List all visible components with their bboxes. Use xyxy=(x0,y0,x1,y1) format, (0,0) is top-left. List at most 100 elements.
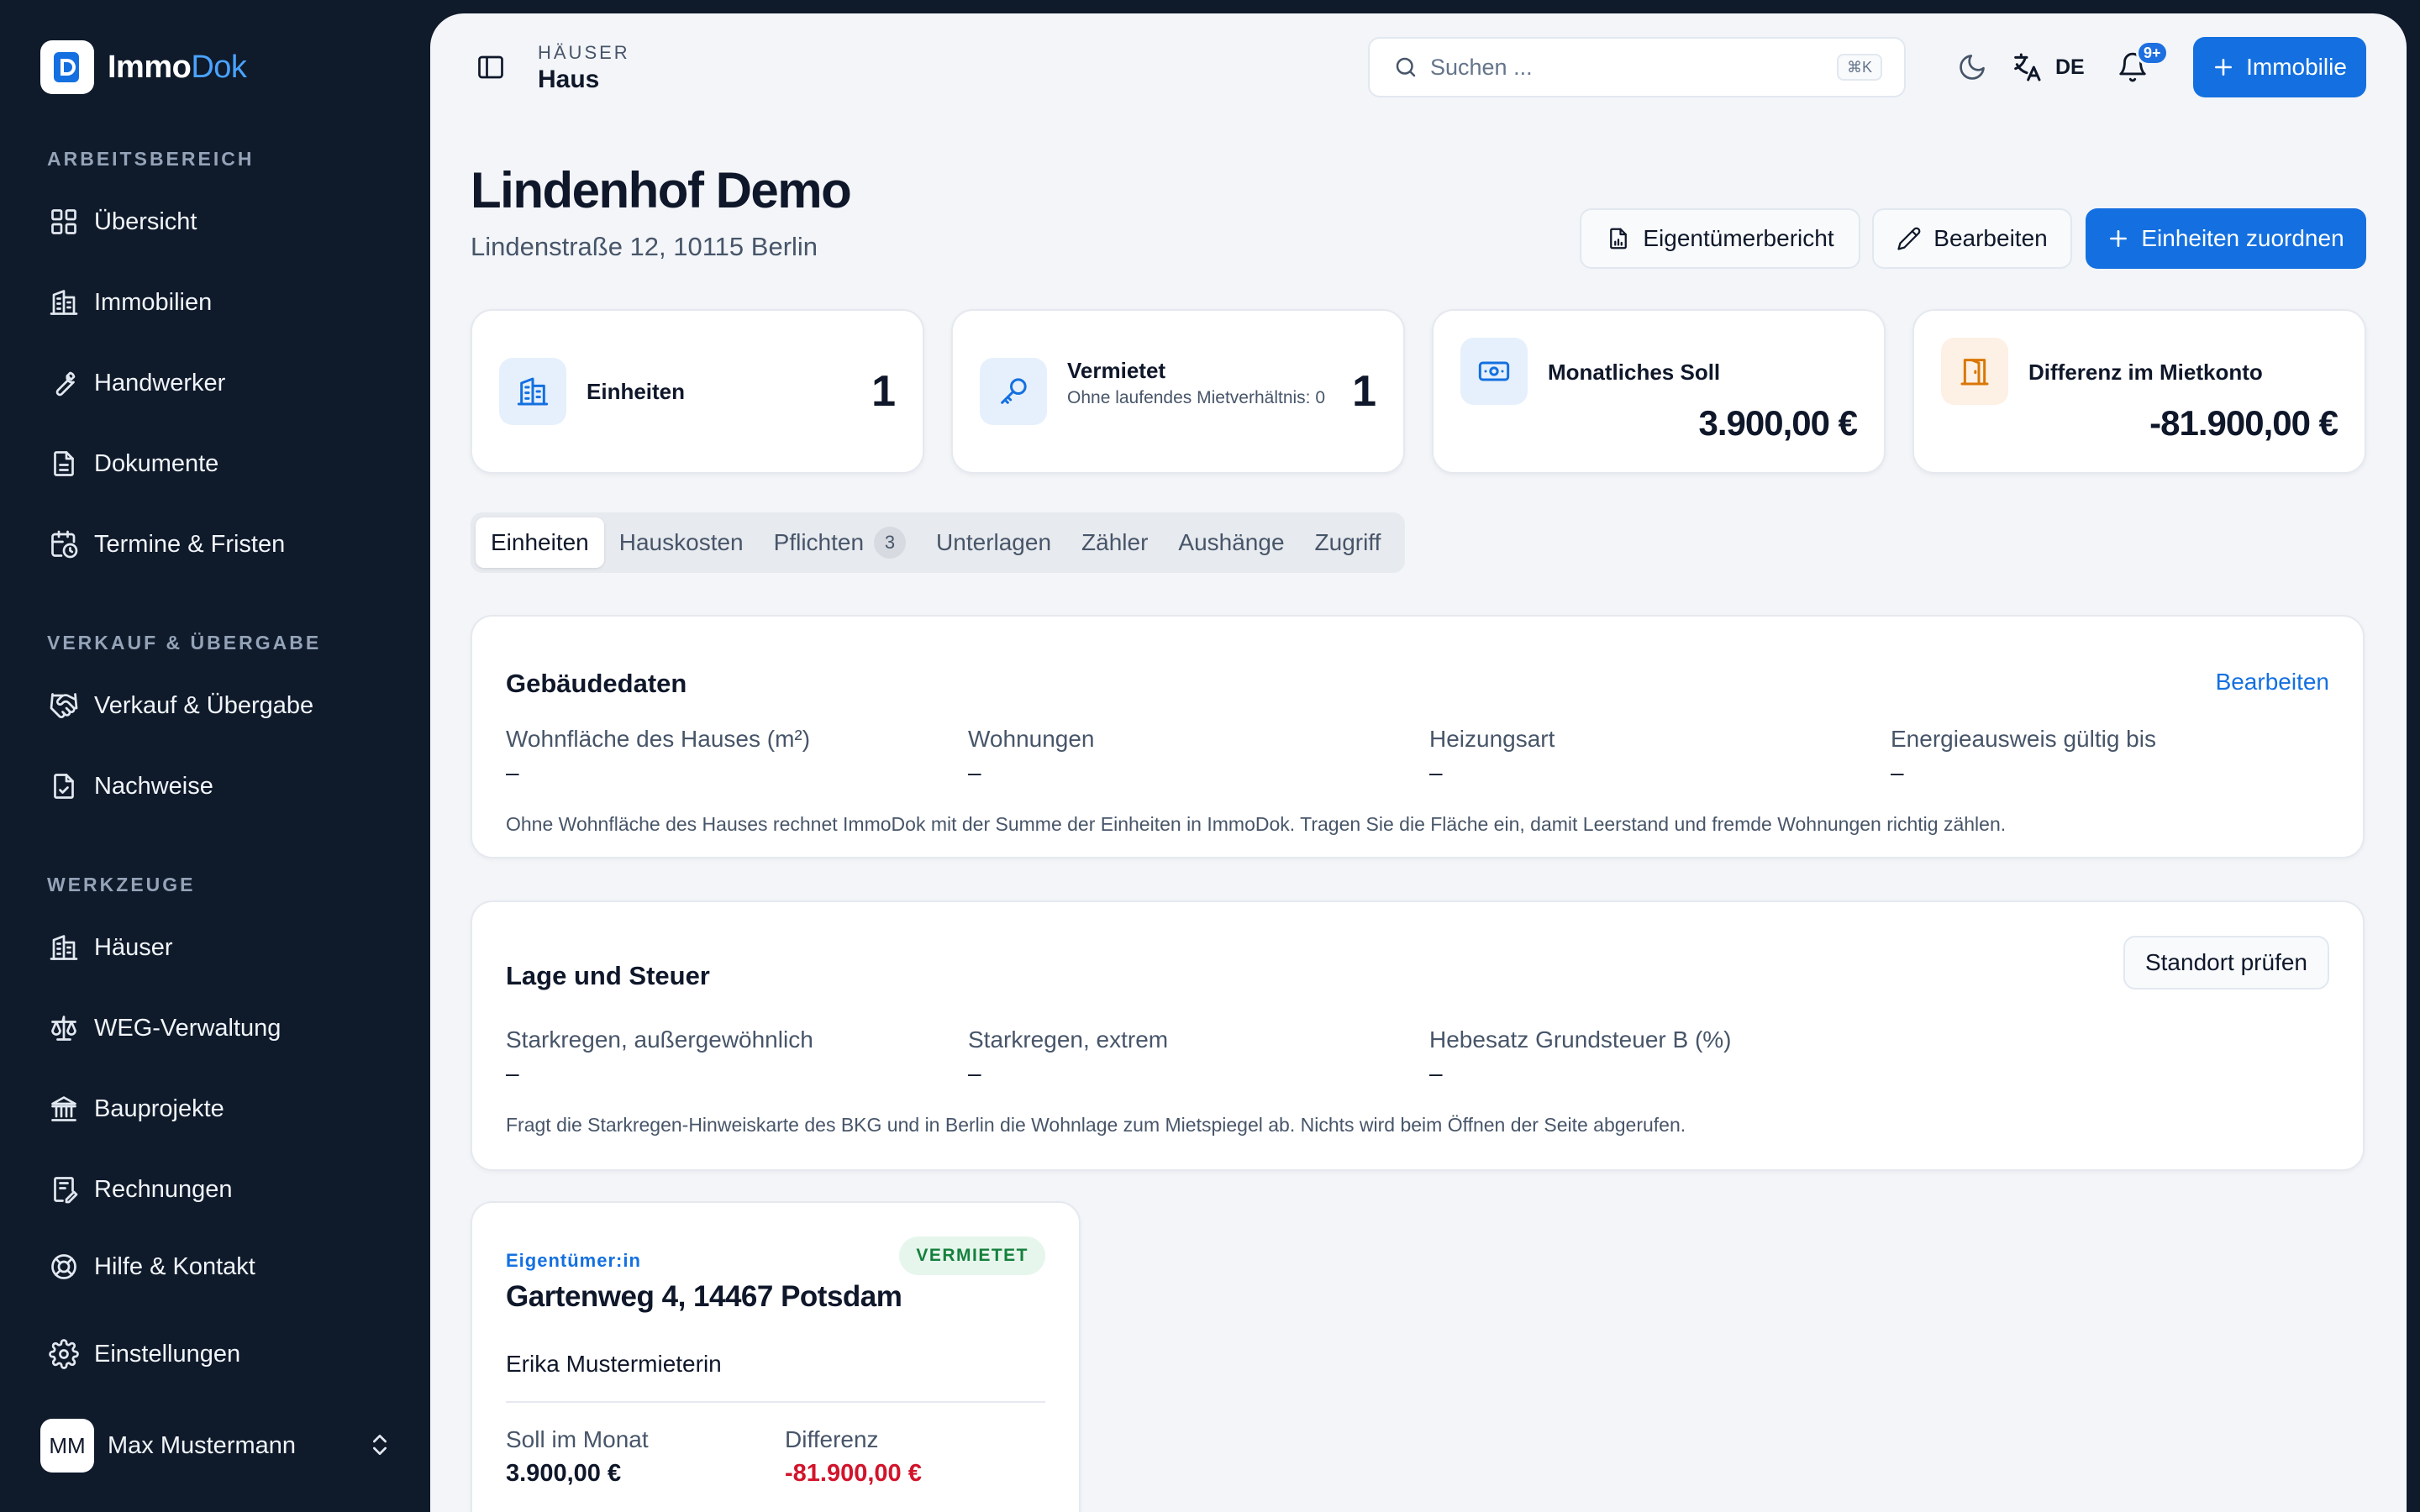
tab-label: Zähler xyxy=(1081,529,1149,555)
document-icon xyxy=(47,447,81,480)
tab-unterlagen[interactable]: Unterlagen xyxy=(921,517,1066,568)
breadcrumb-current: Haus xyxy=(538,66,600,93)
field-value: – xyxy=(968,759,981,785)
tab-label: Hauskosten xyxy=(618,529,744,555)
edit-button[interactable]: Bearbeiten xyxy=(1872,208,2072,269)
field-label: Wohnfläche des Hauses (m²) xyxy=(506,726,811,752)
nav-section-verkauf: VERKAUF & ÜBERGABE xyxy=(47,632,322,654)
stat-card-rented: Vermietet Ohne laufendes Mietverhältnis:… xyxy=(951,309,1405,474)
panel-title: Gebäudedaten xyxy=(506,669,687,698)
building-icon xyxy=(47,286,81,319)
status-badge: VERMIETET xyxy=(899,1236,1045,1275)
check-location-button[interactable]: Standort prüfen xyxy=(2123,936,2329,990)
new-property-button[interactable]: Immobilie xyxy=(2193,37,2366,97)
field-value: – xyxy=(1429,759,1443,785)
topbar: HÄUSER Haus Suchen ... ⌘K DE 9+ Immobili… xyxy=(430,13,2407,123)
tab-hauskosten[interactable]: Hauskosten xyxy=(604,517,759,568)
diff-label: Differenz xyxy=(785,1426,879,1452)
brand-name-part2: Dok xyxy=(191,49,247,85)
field-label: Starkregen, extrem xyxy=(968,1026,1169,1053)
sidebar-item-label: Verkauf & Übergabe xyxy=(94,691,314,719)
sidebar-item-immobilien[interactable]: Immobilien xyxy=(34,273,403,332)
sidebar-item-verkauf[interactable]: Verkauf & Übergabe xyxy=(34,676,403,735)
sidebar-item-termine[interactable]: Termine & Fristen xyxy=(34,515,403,574)
sidebar-item-einstellungen[interactable]: Einstellungen xyxy=(34,1325,403,1383)
field-value: – xyxy=(506,759,519,785)
assign-units-button[interactable]: Einheiten zuordnen xyxy=(2086,208,2366,269)
stat-note: Ohne laufendes Mietverhältnis: 0 xyxy=(1067,388,1326,407)
sidebar-item-label: WEG-Verwaltung xyxy=(94,1014,281,1042)
handshake-icon xyxy=(47,689,81,722)
sidebar-item-weg-verwaltung[interactable]: WEG-Verwaltung xyxy=(34,999,403,1058)
search-input[interactable]: Suchen ... ⌘K xyxy=(1368,37,1906,97)
sidebar-item-bauprojekte[interactable]: Bauprojekte xyxy=(34,1079,403,1138)
sidebar-item-label: Termine & Fristen xyxy=(94,530,286,558)
search-shortcut: ⌘K xyxy=(1836,54,1882,81)
page-address: Lindenstraße 12, 10115 Berlin xyxy=(471,232,818,261)
sidebar-item-haeuser[interactable]: Häuser xyxy=(34,918,403,977)
sidebar-item-hilfe[interactable]: Hilfe & Kontakt xyxy=(34,1237,403,1296)
unit-card[interactable]: Eigentümer:in VERMIETET Gartenweg 4, 144… xyxy=(471,1201,1081,1512)
key-icon xyxy=(980,358,1047,425)
sidebar-item-rechnungen[interactable]: Rechnungen xyxy=(34,1160,403,1219)
file-chart-icon xyxy=(1606,226,1631,251)
stat-label: Differenz im Mietkonto xyxy=(2028,360,2263,385)
brand[interactable]: ImmoDok xyxy=(40,40,247,94)
wrench-icon xyxy=(47,366,81,400)
sidebar-item-label: Dokumente xyxy=(94,449,219,477)
sidebar-item-label: Häuser xyxy=(94,933,173,961)
tab-aushaenge[interactable]: Aushänge xyxy=(1163,517,1299,568)
sidebar-item-nachweise[interactable]: Nachweise xyxy=(34,757,403,816)
landmark-icon xyxy=(47,1092,81,1126)
sidebar-item-label: Bauprojekte xyxy=(94,1095,224,1122)
user-name: Max Mustermann xyxy=(108,1431,297,1459)
sidebar-item-dokumente[interactable]: Dokumente xyxy=(34,434,403,493)
tab-zugriff[interactable]: Zugriff xyxy=(1300,517,1397,568)
language-switcher[interactable]: DE xyxy=(2010,50,2085,84)
new-property-label: Immobilie xyxy=(2246,54,2347,80)
sidebar-item-uebersicht[interactable]: Übersicht xyxy=(34,192,403,251)
stat-label: Monatliches Soll xyxy=(1548,360,1721,385)
tenant-name: Erika Mustermieterin xyxy=(506,1351,722,1377)
field-label: Wohnungen xyxy=(968,726,1095,752)
tab-label: Pflichten xyxy=(773,529,865,555)
sidebar-item-label: Hilfe & Kontakt xyxy=(94,1252,255,1280)
stat-value: 3.900,00 € xyxy=(1698,403,1858,443)
unit-address: Gartenweg 4, 14467 Potsdam xyxy=(506,1280,902,1313)
language-label: DE xyxy=(2055,55,2085,79)
buildings-icon xyxy=(47,931,81,964)
stat-label: Einheiten xyxy=(587,379,686,404)
chevron-up-down-icon xyxy=(366,1431,393,1458)
brand-name-part1: Immo xyxy=(108,49,192,85)
stat-value: 1 xyxy=(871,367,896,416)
nav-section-arbeitsbereich: ARBEITSBEREICH xyxy=(47,148,255,170)
stat-card-monthly-target: Monatliches Soll 3.900,00 € xyxy=(1432,309,1886,474)
user-menu[interactable]: MM Max Mustermann xyxy=(40,1418,393,1473)
breadcrumb-parent[interactable]: HÄUSER xyxy=(538,42,630,64)
tab-label: Zugriff xyxy=(1314,529,1381,555)
tab-label: Aushänge xyxy=(1178,529,1285,555)
sidebar-item-handwerker[interactable]: Handwerker xyxy=(34,354,403,412)
tab-pflichten[interactable]: Pflichten 3 xyxy=(759,517,921,568)
building-data-edit-link[interactable]: Bearbeiten xyxy=(2216,669,2329,696)
sidebar-item-label: Handwerker xyxy=(94,369,226,396)
dark-mode-toggle[interactable] xyxy=(1949,44,1996,91)
owner-report-button[interactable]: Eigentümerbericht xyxy=(1580,208,1860,269)
tab-zaehler[interactable]: Zähler xyxy=(1066,517,1163,568)
panel-note: Fragt die Starkregen-Hinweiskarte des BK… xyxy=(506,1114,1686,1136)
tab-count-badge: 3 xyxy=(874,527,907,559)
avatar: MM xyxy=(40,1419,94,1473)
gear-icon xyxy=(47,1337,81,1371)
sidebar: ImmoDok ARBEITSBEREICH Übersicht Immobil… xyxy=(0,0,430,1512)
plus-icon xyxy=(2212,56,2234,78)
tab-einheiten[interactable]: Einheiten xyxy=(476,517,604,568)
sidebar-toggle-icon[interactable] xyxy=(476,52,509,86)
scale-icon xyxy=(47,1011,81,1045)
divider xyxy=(506,1401,1045,1403)
field-value: – xyxy=(506,1060,519,1086)
field-label: Heizungsart xyxy=(1429,726,1555,752)
plus-icon xyxy=(2107,228,2129,249)
translate-icon xyxy=(2010,50,2044,84)
file-check-icon xyxy=(47,769,81,803)
location-tax-panel: Lage und Steuer Standort prüfen Starkreg… xyxy=(471,900,2365,1171)
